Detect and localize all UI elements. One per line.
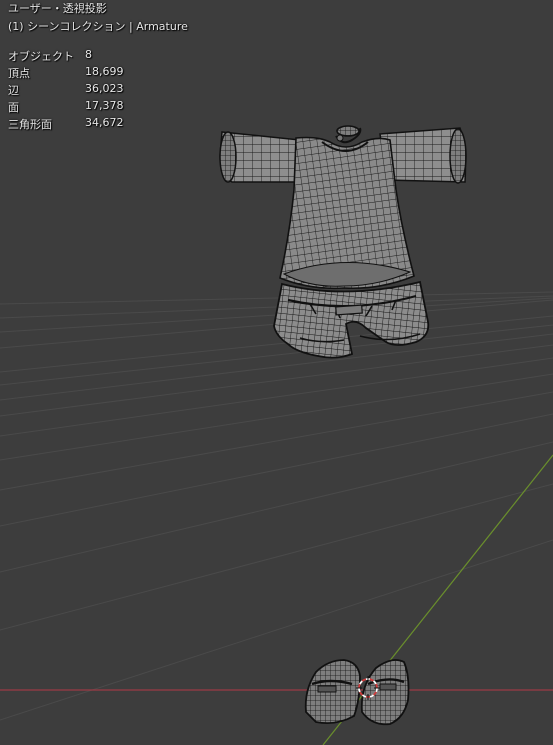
stat-row-edges: 辺 36,023 [0,82,200,97]
stat-row-faces: 面 17,378 [0,99,200,114]
stat-value: 17,378 [85,99,124,112]
stat-value: 18,699 [85,65,124,78]
stat-value: 34,672 [85,116,124,129]
stat-label: 辺 [8,84,19,97]
shoes-mesh[interactable] [304,659,410,726]
view-mode-label: ユーザー・透視投影 [8,2,107,15]
stat-row-triangles: 三角形面 34,672 [0,116,200,131]
stat-value: 8 [85,48,92,61]
stat-value: 36,023 [85,82,124,95]
stat-label: オブジェクト [8,50,74,63]
collar-ornament [335,125,362,144]
stat-label: 面 [8,101,19,114]
stat-row-objects: オブジェクト 8 [0,48,200,63]
3d-viewport[interactable]: ユーザー・透視投影 (1) シーンコレクション | Armature オブジェク… [0,0,553,745]
shirt-mesh[interactable] [219,125,467,290]
stat-row-vertices: 頂点 18,699 [0,65,200,80]
stat-label: 頂点 [8,67,30,80]
shorts-mesh[interactable] [273,280,430,359]
floor-grid [0,291,553,721]
collection-label: (1) シーンコレクション | Armature [8,20,188,33]
stat-label: 三角形面 [8,118,52,131]
